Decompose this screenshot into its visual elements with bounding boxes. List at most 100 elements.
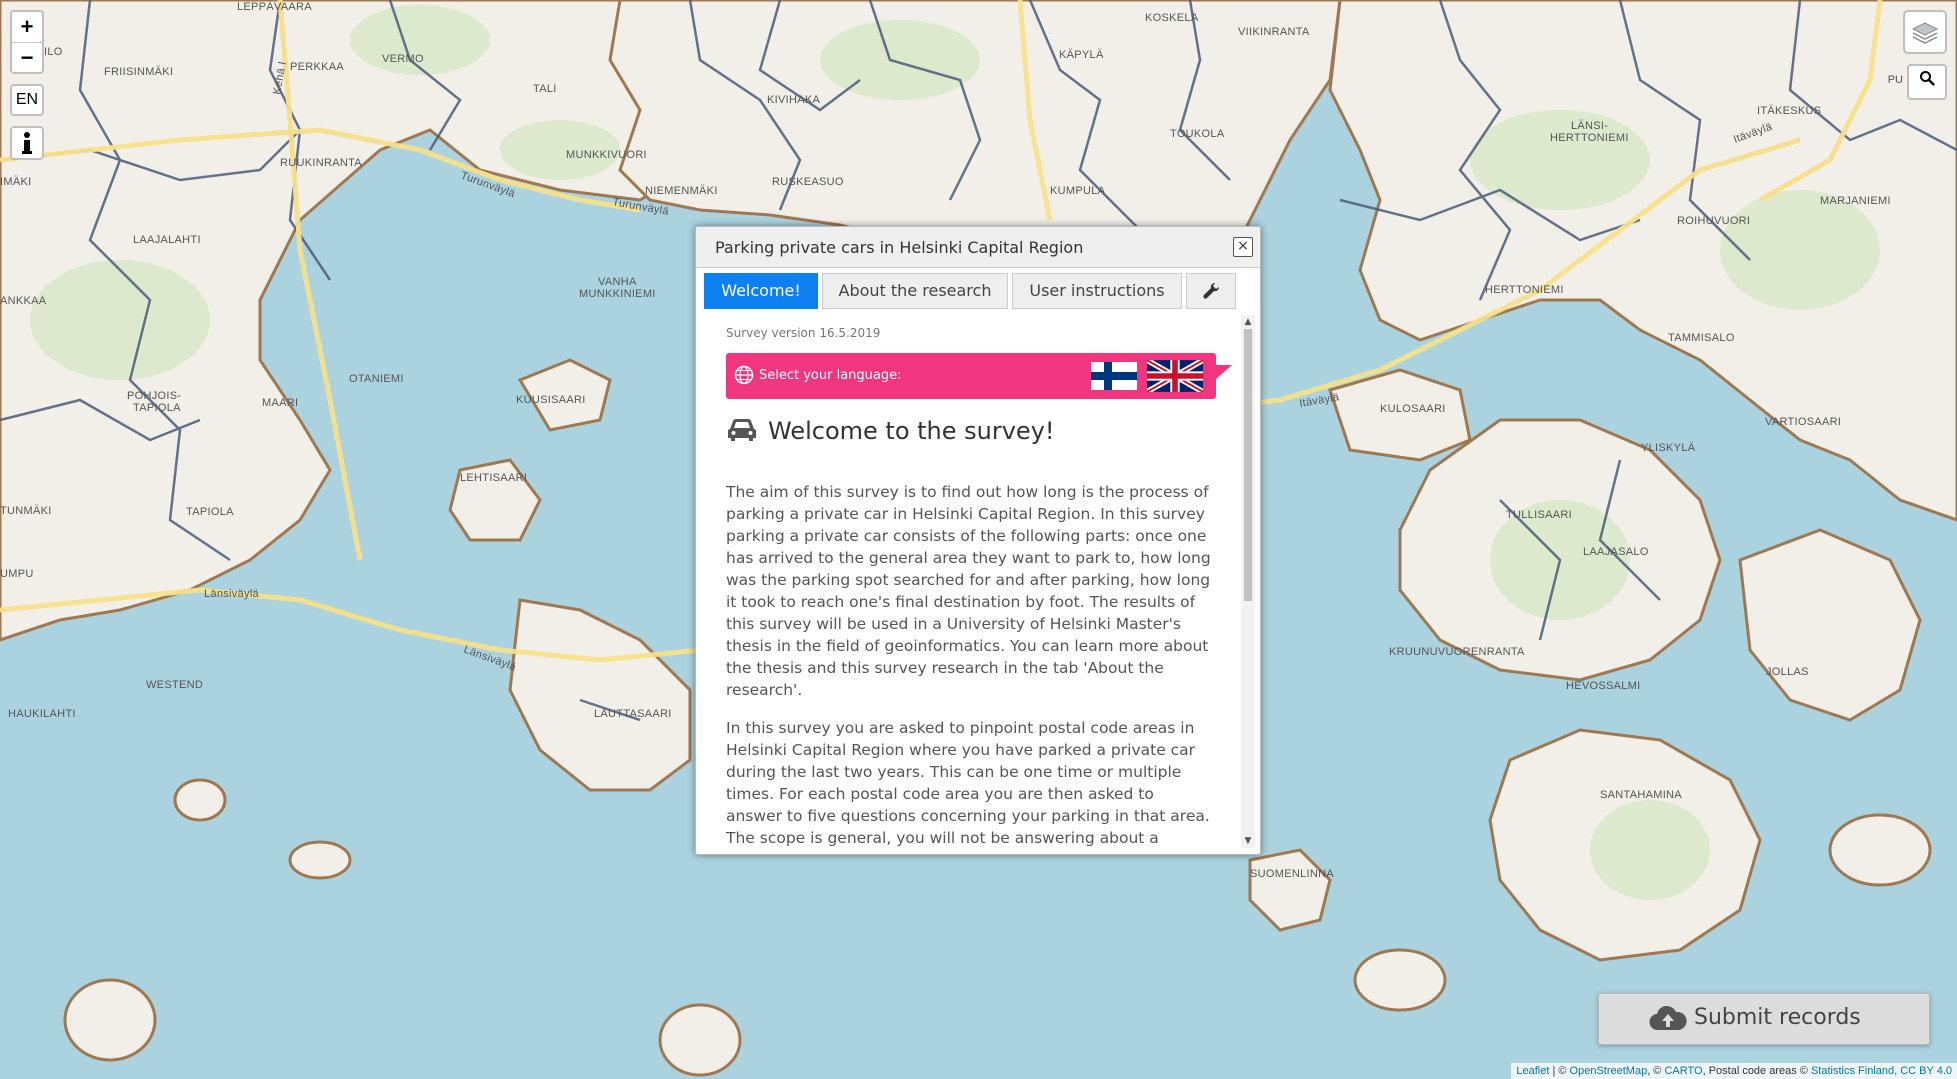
map-label: TOUKOLA	[1170, 128, 1225, 140]
map-label: VIIKINRANTA	[1238, 26, 1310, 38]
map-label: IMÄKI	[0, 176, 31, 188]
osm-link[interactable]: OpenStreetMap	[1570, 1065, 1648, 1077]
map-attribution: Leaflet | © OpenStreetMap, © CARTO, Post…	[1511, 1063, 1957, 1079]
map-label: TALI	[533, 83, 557, 95]
map-label: TAPIOLA	[186, 506, 234, 518]
dialog-scrollbar[interactable]: ▲ ▼	[1241, 315, 1255, 848]
globe-icon	[734, 365, 754, 385]
map-label: KOSKELA	[1145, 12, 1199, 24]
map-label: LÄNSI-	[1571, 120, 1608, 132]
dialog-content: Survey version 16.5.2019 Select your lan…	[704, 315, 1238, 848]
map-label: LAAJASALO	[1583, 546, 1649, 558]
map-label: RUSKEASUO	[772, 176, 844, 188]
search-preview-text: PU	[1887, 74, 1903, 86]
map-label: VANHA	[598, 276, 637, 288]
survey-dialog: Parking private cars in Helsinki Capital…	[695, 226, 1261, 855]
map-label: MARJANIEMI	[1820, 195, 1891, 207]
map-label: KUMPULA	[1050, 185, 1106, 197]
map-label: MUNKKINIEMI	[579, 288, 656, 300]
english-flag-button[interactable]	[1147, 360, 1203, 392]
road-label: Länsiväylä	[204, 588, 260, 600]
finnish-flag-button[interactable]	[1091, 362, 1137, 390]
search-button[interactable]	[1907, 64, 1947, 100]
intro-paragraph: The aim of this survey is to find out ho…	[726, 483, 1211, 699]
map-label: VARTIOSAARI	[1765, 416, 1841, 428]
map-label: TULLISAARI	[1506, 509, 1572, 521]
tab-settings[interactable]	[1186, 273, 1236, 309]
map-label: NIEMENMÄKI	[645, 185, 718, 197]
carto-link[interactable]: CARTO	[1664, 1065, 1702, 1077]
map-label: POHJOIS-	[127, 390, 181, 402]
map-label: ITÄKESKUS	[1757, 105, 1821, 117]
zoom-control: + −	[10, 10, 44, 74]
cloud-upload-icon	[1649, 1005, 1687, 1031]
map-label: ANKKAA	[0, 295, 47, 307]
attribution-separator: , ©	[1647, 1065, 1665, 1077]
map-label: HERTTONIEMI	[1550, 132, 1629, 144]
zoom-in-button[interactable]: +	[12, 12, 42, 43]
map-label: JOLLAS	[1766, 666, 1809, 678]
dialog-header: Parking private cars in Helsinki Capital…	[696, 227, 1260, 268]
scroll-up-arrow-icon[interactable]: ▲	[1241, 315, 1255, 329]
survey-version: Survey version 16.5.2019	[726, 326, 881, 340]
wrench-icon	[1203, 282, 1220, 299]
layers-icon	[1911, 22, 1939, 44]
map-label: HEVOSSALMI	[1566, 680, 1641, 692]
map-label: YLISKYLÄ	[1641, 442, 1696, 454]
search-icon	[1920, 71, 1935, 86]
map-label: MUNKKIVUORI	[566, 149, 647, 161]
map-label: UMPU	[0, 568, 34, 580]
info-icon	[22, 132, 32, 154]
language-selector: Select your language:	[726, 353, 1216, 399]
map-label: PERKKAA	[290, 61, 344, 73]
car-icon	[728, 419, 756, 441]
zoom-out-button[interactable]: −	[12, 43, 42, 73]
map-label: KÄPYLÄ	[1059, 49, 1104, 61]
language-prompt: Select your language:	[759, 368, 902, 383]
map-label: LEHTISAARI	[460, 472, 527, 484]
submit-label: Submit records	[1694, 1005, 1861, 1030]
map-label: HERTTONIEMI	[1485, 284, 1564, 296]
dialog-tabs: Welcome! About the research User instruc…	[704, 273, 1236, 309]
tab-welcome[interactable]: Welcome!	[704, 273, 818, 309]
instructions-paragraph: In this survey you are asked to pinpoint…	[726, 719, 1210, 847]
leaflet-link[interactable]: Leaflet	[1516, 1065, 1549, 1077]
map-label: SUOMENLINNA	[1250, 868, 1334, 880]
map-label: ROIHUVUORI	[1677, 215, 1750, 227]
map-label: RUUKINRANTA	[280, 157, 362, 169]
info-button[interactable]	[10, 126, 44, 160]
attribution-separator: , Postal code areas ©	[1702, 1065, 1811, 1077]
tab-about-research[interactable]: About the research	[822, 273, 1008, 309]
submit-records-button[interactable]: Submit records	[1598, 993, 1930, 1045]
map-label: KIVIHAKA	[767, 94, 821, 106]
map-label: HAUKILAHTI	[8, 708, 76, 720]
map-label: MAARI	[262, 397, 298, 409]
map-label: TAPIOLA	[133, 402, 181, 414]
map-label: KRUUNUVUORENRANTA	[1389, 646, 1525, 658]
scroll-thumb[interactable]	[1244, 329, 1252, 601]
map-label: WESTEND	[146, 679, 203, 691]
statistics-finland-link[interactable]: Statistics Finland, CC BY 4.0	[1811, 1065, 1952, 1077]
language-button[interactable]: EN	[10, 84, 44, 116]
map-label: KULOSAARI	[1380, 403, 1446, 415]
layers-button[interactable]	[1903, 10, 1947, 54]
map-label: SANTAHAMINA	[1600, 789, 1682, 801]
map-label: TUNMÄKI	[0, 505, 52, 517]
map-label: VERMO	[382, 53, 424, 65]
map-label: ILO	[44, 46, 63, 58]
map-label: LAUTTASAARI	[594, 708, 672, 720]
map-label: LEPPÄVAARA	[237, 1, 312, 13]
map-label: OTANIEMI	[349, 373, 404, 385]
map-label: KUUSISAARI	[516, 394, 586, 406]
map-label: LAAJALAHTI	[133, 234, 201, 246]
scroll-down-arrow-icon[interactable]: ▼	[1241, 834, 1255, 848]
close-button[interactable]: ×	[1233, 237, 1253, 257]
language-bar-arrow	[1216, 365, 1232, 379]
attribution-separator: | ©	[1549, 1065, 1570, 1077]
dialog-title: Parking private cars in Helsinki Capital…	[715, 238, 1084, 257]
close-icon: ×	[1237, 238, 1249, 254]
tab-user-instructions[interactable]: User instructions	[1012, 273, 1182, 309]
map-label: FRIISINMÄKI	[104, 66, 173, 78]
map-label: TAMMISALO	[1668, 332, 1735, 344]
welcome-title: Welcome to the survey!	[768, 417, 1055, 445]
